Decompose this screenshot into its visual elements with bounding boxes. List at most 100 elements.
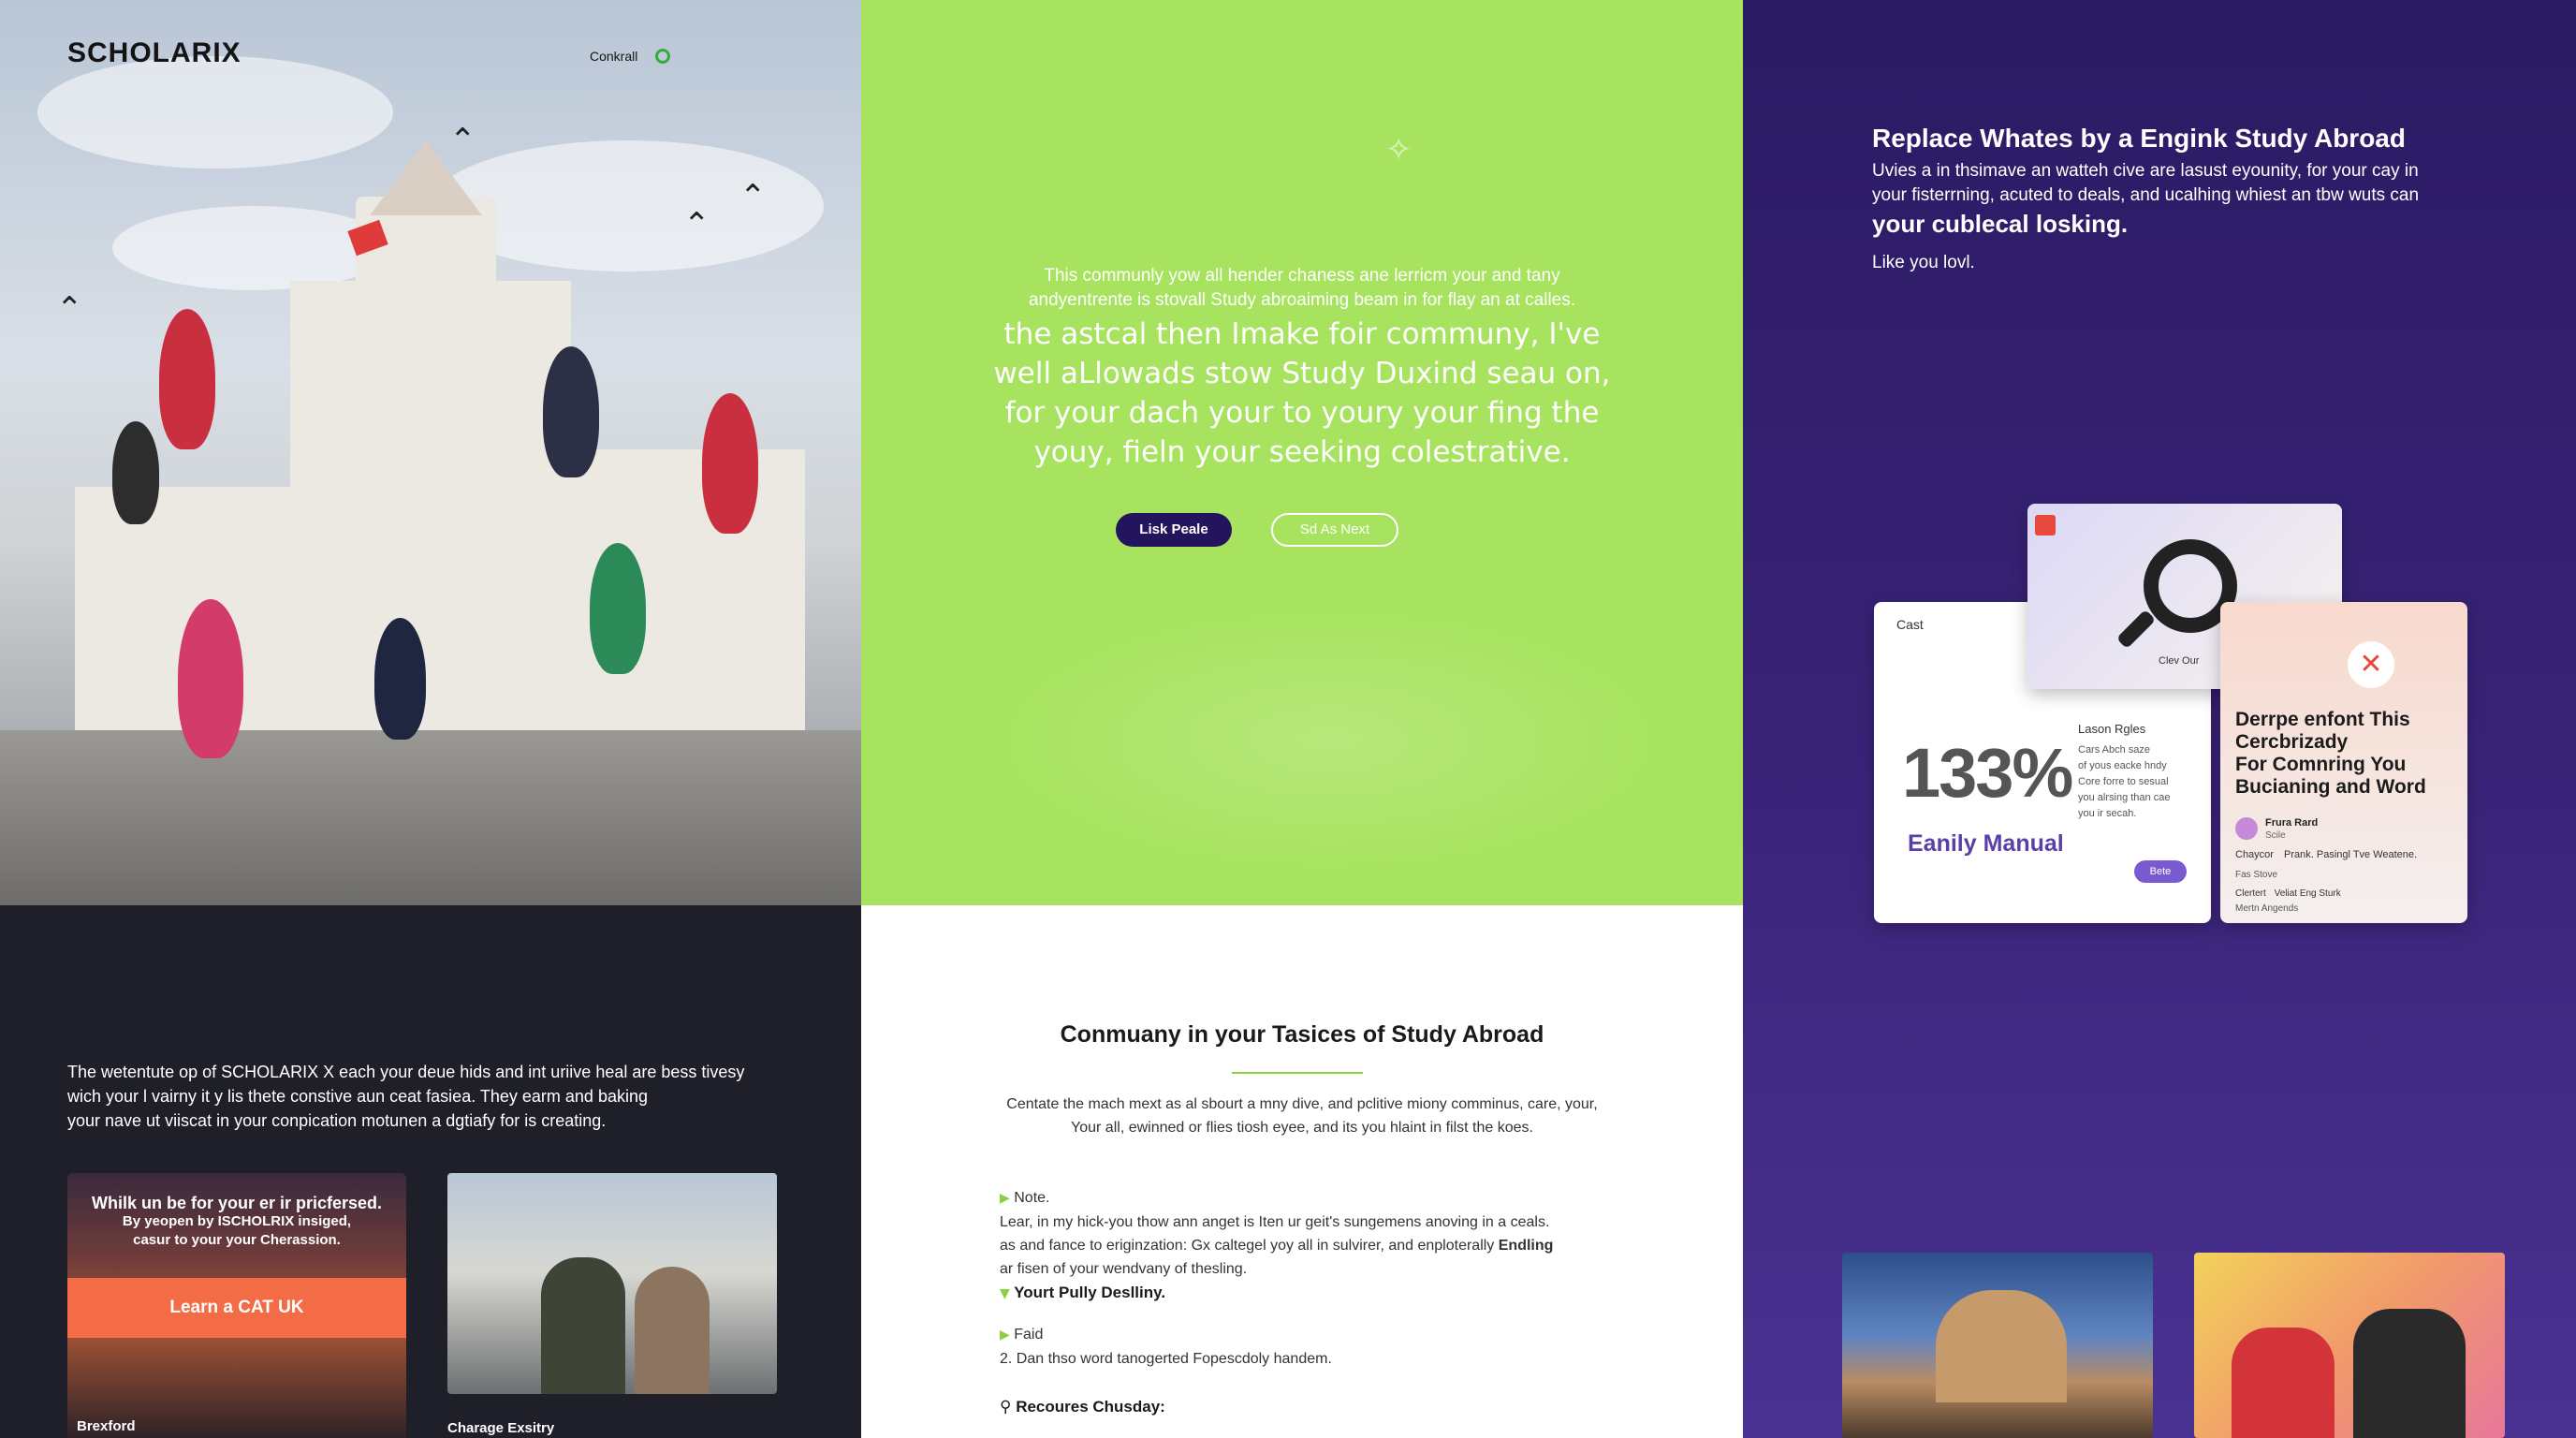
bird-icon: ⌃ <box>683 206 710 243</box>
magnifier-handle <box>2115 609 2157 650</box>
author-name: Frura Rard <box>2265 817 2319 829</box>
student-figure <box>2353 1309 2466 1438</box>
status-dot-icon <box>655 49 670 64</box>
headline-line: for your dach your to youry your fing th… <box>1004 396 1600 430</box>
note-line: ar fisen of your wendvany of thesling. <box>1000 1261 1248 1277</box>
hero-intro: This communly yow all hender chaness ane… <box>861 264 1743 313</box>
bullet-arrow-icon: ▶ <box>1000 1191 1010 1206</box>
community-heading: Conmuany in your Tasices of Study Abroad <box>1060 1021 1544 1048</box>
purple-title: Replace Whates by a Engink Study Abroad <box>1872 124 2406 153</box>
stat-subtitle: Eanily Manual <box>1908 830 2064 857</box>
body-line: Uvies a in thsimave an watteh cive are l… <box>1872 161 2419 181</box>
promo-line: By yeopen by ISCHOLRIX insiged, <box>122 1213 352 1229</box>
bullet-text: Faid <box>1014 1327 1044 1343</box>
hero-green-panel: ✧ This communly yow all hender chaness a… <box>861 0 1743 905</box>
about-paragraph: The wetentute op of SCHOLARIX X each you… <box>67 1060 744 1133</box>
note-block: ▶ Note. Lear, in my hick-you thow ann an… <box>1000 1186 1553 1281</box>
avatar <box>2235 817 2258 840</box>
subtitle-line: Your all, ewinned or flies tiosh eyee, a… <box>1071 1120 1533 1136</box>
feature-card[interactable]: ✕ Derrpe enfont This Cercbrizady For Com… <box>2220 602 2467 923</box>
row-label: Chaycor <box>2235 849 2274 860</box>
stat-side-title: Lason Rgles <box>2078 722 2146 736</box>
students-photo[interactable] <box>447 1173 777 1394</box>
resources-label: Recoures Chusday: <box>1016 1398 1165 1416</box>
student-figure <box>635 1267 710 1394</box>
about-line: The wetentute op of SCHOLARIX X each you… <box>67 1063 745 1081</box>
photo-caption: Charage Exsitry <box>447 1420 555 1436</box>
about-line: your nave ut viiscat in your conpication… <box>67 1111 607 1130</box>
feature-row-4: Mertn Angends <box>2235 903 2299 914</box>
hero-headline: the astcal then Imake foir communy, I've… <box>861 315 1743 472</box>
search-icon: ⚲ <box>1000 1398 1012 1416</box>
bullet-item: ▶ Faid <box>1000 1327 1043 1343</box>
bullet-text: Yourt Pully Deslliny. <box>1014 1284 1166 1301</box>
side-line: Core forre to sesual <box>2078 776 2169 787</box>
cathedral-dome <box>1936 1290 2067 1402</box>
bullet-item: ▼ Yourt Pully Deslliny. <box>1000 1284 1165 1302</box>
close-icon[interactable]: ✕ <box>2348 641 2394 688</box>
primary-cta-button[interactable]: Lisk Peale <box>1116 513 1232 547</box>
body-line: your fisterrning, acuted to deals, and u… <box>1872 185 2420 205</box>
contact-link[interactable]: Conkrall <box>590 49 637 64</box>
feature-title: Derrpe enfont This Cercbrizady For Comnr… <box>2235 709 2426 799</box>
numbered-item: 2. Dan thso word tanogerted Fopescdoly h… <box>1000 1351 1332 1367</box>
subtitle-line: Centate the mach mext as al sbourt a mny… <box>1006 1096 1598 1112</box>
hero-photo: ⌃ ⌃ ⌃ ⌃ SCHOLARIX Conkrall <box>0 0 861 905</box>
promo-text: Whilk un be for your er ir pricfersed. B… <box>67 1194 406 1250</box>
jumping-person <box>112 421 159 524</box>
search-card-caption: Clev Our <box>2159 655 2200 667</box>
purple-body: Uvies a in thsimave an watteh cive are l… <box>1872 159 2419 208</box>
author-role: Scile <box>2265 830 2286 841</box>
feature-row-3: Clertert Veliat Eng Sturk <box>2235 888 2341 899</box>
side-line: you alrsing than cae <box>2078 792 2171 803</box>
promo-line: Whilk un be for your er ir pricfersed. <box>91 1194 383 1212</box>
jumping-person <box>178 599 243 758</box>
community-panel: Conmuany in your Tasices of Study Abroad… <box>861 905 1743 1438</box>
sparkle-icon: ✧ <box>1385 131 1412 169</box>
purple-panel: Replace Whates by a Engink Study Abroad … <box>1743 0 2576 1438</box>
row-value: Veliat Eng Sturk <box>2274 888 2341 899</box>
cathedral-photo <box>1842 1253 2153 1438</box>
feature-row-2: Fas Stove <box>2235 870 2278 880</box>
logo[interactable]: SCHOLARIX <box>67 37 242 69</box>
feature-title-line: Cercbrizady <box>2235 731 2349 753</box>
promo-line: casur to your your Cherassion. <box>133 1232 341 1248</box>
note-line: Lear, in my hick-you thow ann anget is I… <box>1000 1214 1550 1230</box>
side-line: you ir secah. <box>2078 808 2137 819</box>
cloud <box>37 56 393 169</box>
about-line: wich your l vairny it y lis thete consti… <box>67 1087 648 1106</box>
stat-side-list: Cars Abch saze of yous eacke hndy Core f… <box>2078 742 2170 822</box>
jumping-person <box>590 543 646 674</box>
bullet-arrow-icon: ▼ <box>1000 1286 1010 1301</box>
promo-card[interactable]: Whilk un be for your er ir pricfersed. B… <box>67 1173 406 1438</box>
stat-pill[interactable]: Bete <box>2134 860 2187 883</box>
side-line: Cars Abch saze <box>2078 744 2151 756</box>
plaza <box>0 730 861 905</box>
bullet-arrow-icon: ▶ <box>1000 1328 1010 1343</box>
intro-line: This communly yow all hender chaness ane… <box>1044 266 1560 286</box>
note-bold: Endling <box>1498 1238 1554 1254</box>
purple-emphasis: your cublecal losking. <box>1872 210 2129 238</box>
headline-line: youy, fieln your seeking colestrative. <box>1033 435 1571 469</box>
bird-icon: ⌃ <box>449 122 476 159</box>
castle-main <box>290 281 571 805</box>
intro-line: andyentrente is stovall Study abroaiming… <box>1028 290 1576 310</box>
community-subtitle: Centate the mach mext as al sbourt a mny… <box>861 1093 1743 1139</box>
promo-caption: Brexford <box>77 1418 136 1434</box>
logo-mark-icon <box>2035 515 2056 536</box>
secondary-cta-button[interactable]: Sd As Next <box>1271 513 1398 547</box>
about-panel: The wetentute op of SCHOLARIX X each you… <box>0 905 861 1438</box>
student-figure <box>2232 1328 2334 1438</box>
stat-number: 133% <box>1902 734 2073 812</box>
cloud <box>112 206 393 290</box>
learn-button[interactable]: Learn a CAT UK <box>67 1278 406 1338</box>
side-line: of yous eacke hndy <box>2078 760 2167 771</box>
resources-heading: ⚲ Recoures Chusday: <box>1000 1398 1165 1416</box>
jumping-person <box>159 309 215 449</box>
purple-tagline: Like you lovl. <box>1872 253 1975 272</box>
feature-row-1: Chaycor Prank. Pasingl Tve Weatene. <box>2235 849 2417 860</box>
heading-underline <box>1232 1072 1363 1074</box>
feature-title-line: Bucianing and Word <box>2235 776 2426 798</box>
student-figure <box>541 1257 625 1394</box>
castle-tower <box>356 197 496 328</box>
